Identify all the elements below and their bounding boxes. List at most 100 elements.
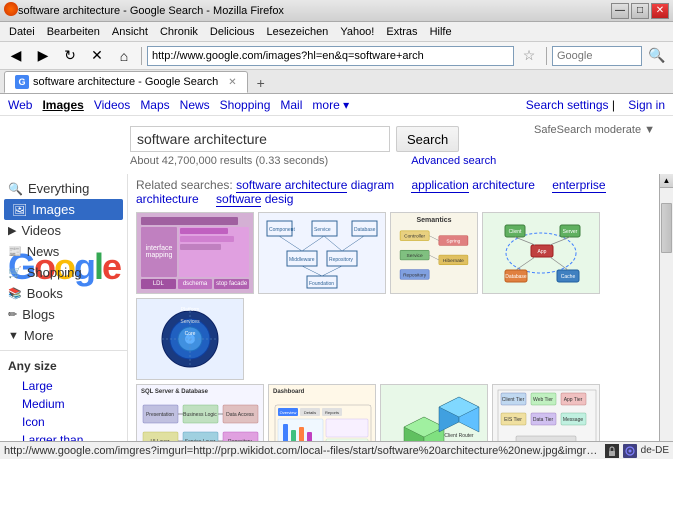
nav-maps[interactable]: Maps	[140, 98, 169, 112]
nav-separator: |	[612, 98, 618, 112]
related-software-design[interactable]: software desig	[216, 192, 293, 206]
status-flags: de-DE	[605, 444, 669, 458]
sidebar-item-videos[interactable]: ▶ Videos	[0, 220, 127, 241]
related-label: Related searches:	[136, 178, 236, 192]
sidebar-filter-large[interactable]: Large	[0, 377, 127, 395]
advanced-search-link[interactable]: Advanced search	[411, 155, 496, 167]
tab-label: software architecture - Google Search	[33, 76, 218, 88]
titlebar: software architecture - Google Search - …	[0, 0, 673, 22]
svg-text:Service: Service	[407, 253, 423, 259]
sidebar-label-images: Images	[32, 202, 75, 217]
back-button[interactable]: ◀	[4, 45, 28, 67]
svg-text:Details: Details	[304, 410, 316, 415]
image-grid-row1: interfacemapping LDL dschema stop facade	[136, 212, 651, 380]
search-button[interactable]: Search	[396, 126, 459, 152]
svg-text:Overview: Overview	[280, 410, 297, 415]
search-settings-link[interactable]: Search settings	[526, 98, 609, 112]
nav-news[interactable]: News	[180, 98, 210, 112]
image-thumb-1[interactable]: interfacemapping LDL dschema stop facade	[136, 212, 254, 294]
home-button[interactable]: ⌂	[112, 45, 136, 67]
nav-more[interactable]: more ▾	[312, 98, 349, 112]
scrollbar[interactable]: ▲ ▼	[659, 174, 673, 459]
sidebar-item-news[interactable]: 📰 News	[0, 241, 127, 262]
forward-button[interactable]: ▶	[31, 45, 55, 67]
sidebar-filter-icon[interactable]: Icon	[0, 413, 127, 431]
image-thumb-4[interactable]: Client Server Database Cache App	[482, 212, 600, 294]
tab-bar: G software architecture - Google Search …	[0, 70, 673, 94]
svg-text:Server: Server	[563, 229, 578, 235]
menu-ansicht[interactable]: Ansicht	[107, 25, 153, 39]
menu-delicious[interactable]: Delicious	[205, 25, 260, 39]
sidebar: 🔍 Everything 🖼 Images ▶ Videos 📰 News 🛒 …	[0, 174, 128, 459]
sidebar-label-shopping: Shopping	[27, 265, 82, 280]
menu-bearbeiten[interactable]: Bearbeiten	[42, 25, 105, 39]
menu-yahoo[interactable]: Yahoo!	[335, 25, 379, 39]
sidebar-item-images[interactable]: 🖼 Images	[4, 199, 123, 220]
browser-search-input[interactable]	[552, 46, 642, 66]
everything-icon: 🔍	[8, 182, 23, 196]
scroll-up-button[interactable]: ▲	[660, 174, 673, 188]
tab-google-search[interactable]: G software architecture - Google Search …	[4, 71, 248, 93]
svg-text:Spring: Spring	[446, 238, 460, 244]
news-icon: 📰	[8, 245, 22, 258]
toolbar-separator2	[546, 47, 547, 65]
sign-in-link[interactable]: Sign in	[628, 98, 665, 112]
sidebar-label-books: Books	[27, 286, 63, 301]
menu-datei[interactable]: Datei	[4, 25, 40, 39]
browser-search-button[interactable]: 🔍	[645, 45, 669, 67]
sidebar-item-books[interactable]: 📚 Books	[0, 283, 127, 304]
images-icon: 🖼	[12, 203, 27, 217]
nav-videos[interactable]: Videos	[94, 98, 130, 112]
svg-text:EIS Tier: EIS Tier	[504, 417, 522, 423]
stop-button[interactable]: ✕	[85, 45, 109, 67]
svg-text:App: App	[538, 249, 547, 255]
nav-web[interactable]: Web	[8, 98, 32, 112]
scroll-thumb[interactable]	[661, 203, 672, 253]
svg-text:Business Logic: Business Logic	[183, 412, 217, 418]
address-bar[interactable]	[147, 46, 514, 66]
sidebar-filter-medium[interactable]: Medium	[0, 395, 127, 413]
sidebar-divider	[0, 350, 127, 351]
maximize-button[interactable]: □	[631, 3, 649, 19]
related-application-architecture[interactable]: application architecture	[411, 178, 534, 192]
safesearch-control[interactable]: SafeSearch moderate ▼	[534, 124, 655, 136]
main-content: 🔍 Everything 🖼 Images ▶ Videos 📰 News 🛒 …	[0, 174, 673, 459]
sidebar-item-blogs[interactable]: ✏ Blogs	[0, 304, 127, 325]
google-nav-right: Search settings | Sign in	[516, 98, 665, 112]
menu-lesezeichen[interactable]: Lesezeichen	[262, 25, 334, 39]
bookmark-star[interactable]: ☆	[517, 45, 541, 67]
new-tab-button[interactable]: +	[251, 73, 271, 93]
svg-text:Component: Component	[269, 227, 295, 233]
tab-close-icon[interactable]: ✕	[228, 77, 236, 88]
menu-extras[interactable]: Extras	[381, 25, 422, 39]
firefox-icon	[4, 2, 18, 19]
minimize-button[interactable]: —	[611, 3, 629, 19]
nav-shopping[interactable]: Shopping	[220, 98, 271, 112]
sidebar-item-everything[interactable]: 🔍 Everything	[0, 178, 127, 199]
toolbar: ◀ ▶ ↻ ✕ ⌂ ☆ 🔍	[0, 42, 673, 70]
svg-text:Foundation: Foundation	[309, 281, 334, 287]
reload-button[interactable]: ↻	[58, 45, 82, 67]
google-nav-links: Web Images Videos Maps News Shopping Mai…	[8, 98, 349, 112]
tab-favicon: G	[15, 75, 29, 89]
google-navbar: Web Images Videos Maps News Shopping Mai…	[0, 94, 673, 116]
sidebar-label-news: News	[27, 244, 60, 259]
close-button[interactable]: ✕	[651, 3, 669, 19]
menu-hilfe[interactable]: Hilfe	[425, 25, 457, 39]
menu-chronik[interactable]: Chronik	[155, 25, 203, 39]
image-thumb-2[interactable]: Component Service Database Middleware Re…	[258, 212, 386, 294]
image-thumb-5[interactable]: Platform Services Core	[136, 298, 244, 380]
image-thumb-3[interactable]: Semantics Controller Service Repository …	[390, 212, 478, 294]
svg-text:Repository: Repository	[403, 272, 427, 278]
zone-icon	[623, 444, 637, 458]
nav-mail[interactable]: Mail	[280, 98, 302, 112]
svg-text:Web Tier: Web Tier	[533, 397, 553, 403]
nav-images[interactable]: Images	[42, 98, 83, 112]
search-input[interactable]	[130, 126, 390, 152]
sidebar-item-more[interactable]: ▼ More	[0, 325, 127, 346]
sidebar-item-shopping[interactable]: 🛒 Shopping	[0, 262, 127, 283]
window-controls: — □ ✕	[611, 3, 669, 19]
svg-text:Reports: Reports	[325, 410, 339, 415]
scroll-track	[660, 188, 673, 445]
related-software-architecture-diagram[interactable]: software architecture diagram	[236, 178, 394, 192]
